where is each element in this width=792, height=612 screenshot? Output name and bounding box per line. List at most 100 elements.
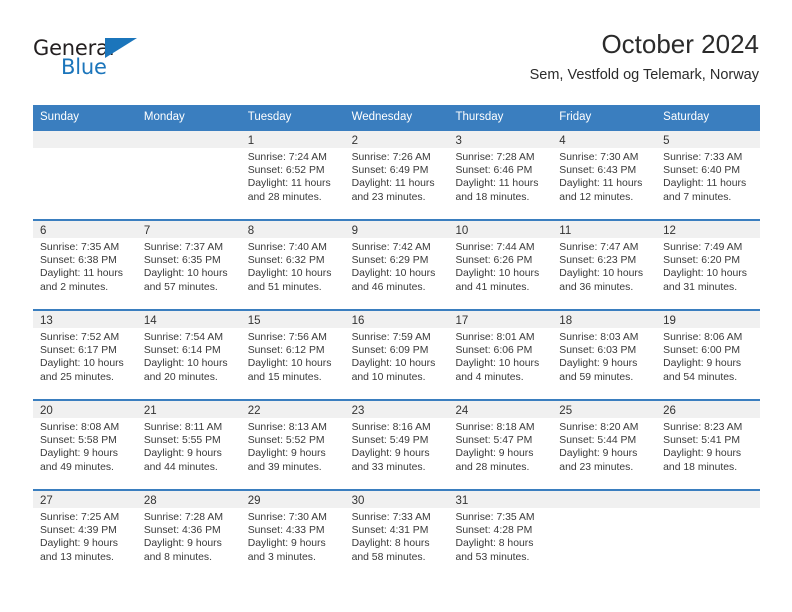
- day-number-band: 30: [344, 491, 449, 508]
- day-cell[interactable]: 12 Sunrise: 7:49 AM Sunset: 6:20 PM Dayligh…: [656, 221, 761, 309]
- daylight-text-line2: and 18 minutes.: [455, 191, 530, 203]
- day-cell[interactable]: 24 Sunrise: 8:18 AM Sunset: 5:47 PM Dayligh…: [448, 401, 553, 489]
- weekday-header-tuesday: Tuesday: [247, 111, 292, 123]
- day-cell[interactable]: 7 Sunrise: 7:37 AM Sunset: 6:35 PM Daylight…: [136, 221, 241, 309]
- day-number-band: 14: [136, 311, 241, 328]
- sunset-text: Sunset: 5:55 PM: [143, 435, 221, 447]
- day-cell[interactable]: 25 Sunrise: 8:20 AM Sunset: 5:44 PM Dayligh…: [552, 401, 657, 489]
- day-cell-body: Sunrise: 7:33 AM Sunset: 4:31 PM Daylight:…: [345, 508, 449, 564]
- day-number: 17: [455, 315, 469, 327]
- daylight-text-line2: and 13 minutes.: [40, 551, 114, 563]
- day-number: 29: [247, 495, 261, 507]
- sunset-text: Sunset: 6:23 PM: [559, 255, 637, 267]
- day-cell[interactable]: 13 Sunrise: 7:52 AM Sunset: 6:17 PM Dayligh…: [33, 311, 137, 399]
- daylight-text-line2: and 4 minutes.: [455, 371, 524, 383]
- sunset-text: Sunset: 6:17 PM: [40, 345, 117, 357]
- day-cell[interactable]: 23 Sunrise: 8:16 AM Sunset: 5:49 PM Dayligh…: [344, 401, 449, 489]
- day-number: 20: [40, 405, 53, 417]
- day-number-band: [552, 491, 657, 508]
- day-cell[interactable]: 16 Sunrise: 7:59 AM Sunset: 6:09 PM Dayligh…: [344, 311, 449, 399]
- day-cell-body: Sunrise: 8:08 AM Sunset: 5:58 PM Daylight:…: [33, 418, 137, 474]
- day-cell[interactable]: 19 Sunrise: 8:06 AM Sunset: 6:00 PM Dayligh…: [656, 311, 761, 399]
- sunset-text: Sunset: 6:35 PM: [143, 255, 221, 267]
- day-number-band: 10: [448, 221, 553, 238]
- day-cell[interactable]: 5 Sunrise: 7:33 AM Sunset: 6:40 PM Daylight…: [656, 131, 761, 219]
- sunrise-text: Sunrise: 8:08 AM: [40, 422, 120, 433]
- day-cell[interactable]: 20 Sunrise: 8:08 AM Sunset: 5:58 PM Dayligh…: [33, 401, 137, 489]
- day-number-band: 23: [344, 401, 449, 418]
- day-cell[interactable]: 28 Sunrise: 7:28 AM Sunset: 4:36 PM Dayligh…: [136, 491, 241, 579]
- day-cell[interactable]: 27 Sunrise: 7:25 AM Sunset: 4:39 PM Dayligh…: [33, 491, 137, 579]
- daylight-text-line2: and 18 minutes.: [663, 461, 738, 473]
- day-cell[interactable]: 22 Sunrise: 8:13 AM Sunset: 5:52 PM Dayligh…: [240, 401, 345, 489]
- day-cell[interactable]: 15 Sunrise: 7:56 AM Sunset: 6:12 PM Dayligh…: [240, 311, 345, 399]
- day-cell-body: Sunrise: 7:40 AM Sunset: 6:32 PM Daylight:…: [241, 238, 345, 294]
- day-number: 19: [663, 315, 676, 327]
- day-cell-body: Sunrise: 7:24 AM Sunset: 6:52 PM Daylight:…: [241, 148, 345, 204]
- daylight-text-line2: and 58 minutes.: [351, 551, 426, 563]
- sunset-text: Sunset: 4:31 PM: [351, 525, 429, 537]
- day-cell[interactable]: 6 Sunrise: 7:35 AM Sunset: 6:38 PM Daylight…: [33, 221, 137, 309]
- day-number: 22: [247, 405, 261, 417]
- daylight-text-line2: and 23 minutes.: [351, 191, 426, 203]
- calendar-week-row: 20 Sunrise: 8:08 AM Sunset: 5:58 PM Dayligh…: [33, 399, 761, 489]
- day-cell[interactable]: 30 Sunrise: 7:33 AM Sunset: 4:31 PM Dayligh…: [344, 491, 449, 579]
- daylight-text-line1: Daylight: 11 hours: [663, 178, 747, 190]
- day-cell[interactable]: 26 Sunrise: 8:23 AM Sunset: 5:41 PM Dayligh…: [656, 401, 761, 489]
- daylight-text-line2: and 28 minutes.: [247, 191, 322, 203]
- day-number: 23: [351, 405, 365, 417]
- sunrise-text: Sunrise: 8:06 AM: [663, 332, 743, 343]
- sunrise-text: Sunrise: 8:01 AM: [455, 332, 535, 343]
- day-number: 4: [559, 135, 566, 147]
- daylight-text-line1: Daylight: 10 hours: [143, 268, 228, 280]
- day-cell[interactable]: 1 Sunrise: 7:24 AM Sunset: 6:52 PM Daylight…: [240, 131, 345, 219]
- sunrise-text: Sunrise: 7:37 AM: [143, 242, 223, 253]
- day-cell[interactable]: 11 Sunrise: 7:47 AM Sunset: 6:23 PM Dayligh…: [552, 221, 657, 309]
- day-number-band: 21: [136, 401, 241, 418]
- day-number: 30: [351, 495, 365, 507]
- day-cell[interactable]: 21 Sunrise: 8:11 AM Sunset: 5:55 PM Dayligh…: [136, 401, 241, 489]
- daylight-text-line2: and 54 minutes.: [663, 371, 738, 383]
- day-cell[interactable]: 10 Sunrise: 7:44 AM Sunset: 6:26 PM Dayligh…: [448, 221, 553, 309]
- daylight-text-line2: and 44 minutes.: [143, 461, 218, 473]
- day-cell[interactable]: 18 Sunrise: 8:03 AM Sunset: 6:03 PM Dayligh…: [552, 311, 657, 399]
- sunset-text: Sunset: 4:39 PM: [40, 525, 117, 537]
- sunrise-text: Sunrise: 7:30 AM: [247, 512, 327, 523]
- daylight-text-line1: Daylight: 9 hours: [559, 358, 638, 370]
- day-cell[interactable]: 8 Sunrise: 7:40 AM Sunset: 6:32 PM Daylight…: [240, 221, 345, 309]
- daylight-text-line2: and 36 minutes.: [559, 281, 634, 293]
- daylight-text-line2: and 20 minutes.: [143, 371, 218, 383]
- day-number: 11: [559, 225, 572, 237]
- daylight-text-line1: Daylight: 10 hours: [351, 358, 436, 370]
- sunset-text: Sunset: 6:49 PM: [351, 165, 429, 177]
- day-cell[interactable]: 14 Sunrise: 7:54 AM Sunset: 6:14 PM Dayligh…: [136, 311, 241, 399]
- day-cell[interactable]: 3 Sunrise: 7:28 AM Sunset: 6:46 PM Daylight…: [448, 131, 553, 219]
- daylight-text-line1: Daylight: 9 hours: [559, 448, 638, 460]
- day-cell[interactable]: 17 Sunrise: 8:01 AM Sunset: 6:06 PM Dayligh…: [448, 311, 553, 399]
- general-blue-logo: General Blue: [33, 36, 153, 84]
- daylight-text-line2: and 23 minutes.: [559, 461, 634, 473]
- daylight-text-line1: Daylight: 10 hours: [247, 268, 332, 280]
- day-number: 25: [559, 405, 573, 417]
- day-cell-body: Sunrise: 8:11 AM Sunset: 5:55 PM Daylight:…: [137, 418, 241, 474]
- sunset-text: Sunset: 5:47 PM: [455, 435, 533, 447]
- daylight-text-line1: Daylight: 11 hours: [455, 178, 539, 190]
- daylight-text-line2: and 10 minutes.: [351, 371, 426, 383]
- logo-text-blue: Blue: [61, 55, 107, 79]
- day-cell[interactable]: 2 Sunrise: 7:26 AM Sunset: 6:49 PM Daylight…: [344, 131, 449, 219]
- day-cell-body: Sunrise: 7:25 AM Sunset: 4:39 PM Daylight:…: [33, 508, 137, 564]
- day-cell[interactable]: 29 Sunrise: 7:30 AM Sunset: 4:33 PM Dayligh…: [240, 491, 345, 579]
- daylight-text-line1: Daylight: 9 hours: [247, 538, 326, 550]
- sunset-text: Sunset: 6:40 PM: [663, 165, 740, 177]
- day-cell[interactable]: 31 Sunrise: 7:35 AM Sunset: 4:28 PM Dayligh…: [448, 491, 553, 579]
- day-cell-body: Sunrise: 7:28 AM Sunset: 6:46 PM Daylight:…: [448, 148, 552, 204]
- sunset-text: Sunset: 6:00 PM: [663, 345, 740, 357]
- sunrise-text: Sunrise: 7:59 AM: [351, 332, 431, 343]
- day-number-band: 31: [448, 491, 553, 508]
- day-number-band: 18: [552, 311, 657, 328]
- daylight-text-line1: Daylight: 10 hours: [663, 268, 747, 280]
- day-cell-body: Sunrise: 7:35 AM Sunset: 4:28 PM Daylight:…: [448, 508, 552, 564]
- day-cell-body: Sunrise: 8:01 AM Sunset: 6:06 PM Daylight:…: [448, 328, 552, 384]
- day-cell[interactable]: 4 Sunrise: 7:30 AM Sunset: 6:43 PM Daylight…: [552, 131, 657, 219]
- day-cell[interactable]: 9 Sunrise: 7:42 AM Sunset: 6:29 PM Daylight…: [344, 221, 449, 309]
